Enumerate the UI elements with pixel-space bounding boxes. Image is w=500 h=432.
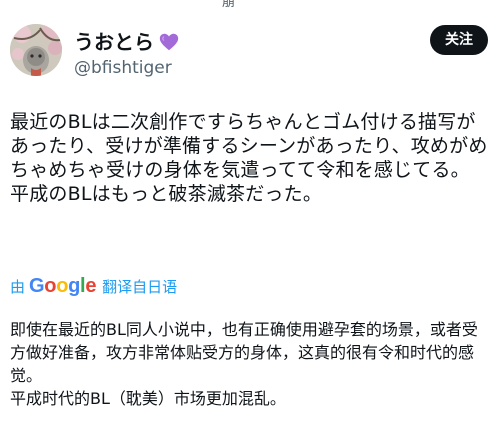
google-letter-g: G — [29, 274, 45, 297]
author-names: うおとら @bfishtiger — [74, 30, 180, 80]
google-letter-e: e — [85, 274, 97, 297]
follow-button[interactable]: 关注 — [430, 25, 488, 55]
cropped-top-text: 崩 — [222, 0, 236, 10]
tweet-header: うおとら @bfishtiger 关注 — [10, 24, 488, 80]
translated-from-japanese-link[interactable]: 翻译自日语 — [102, 276, 177, 297]
tweet-page: 崩 うおとら @bfishtiger 关注 最近のBLは二次創作ですらちゃんとゴ… — [0, 0, 500, 432]
display-name[interactable]: うおとら — [74, 30, 154, 54]
purple-heart-icon — [158, 31, 180, 53]
google-letter-o2: o — [56, 274, 69, 297]
translation-text: 即使在最近的BL同人小说中，也有正确使用避孕套的场景，或者受方做好准备，攻方非常… — [10, 320, 478, 408]
author-handle[interactable]: @bfishtiger — [74, 56, 180, 80]
translation-attribution: 由 Google 翻译自日语 — [10, 274, 177, 298]
google-logo: Google — [29, 275, 96, 298]
avatar-image — [10, 24, 62, 76]
display-name-row: うおとら — [74, 30, 180, 54]
tweet-text: 最近のBLは二次創作ですらちゃんとゴム付ける描写があったり、受けが準備するシーン… — [10, 111, 488, 205]
google-letter-g2: g — [68, 274, 81, 297]
google-letter-o1: o — [44, 274, 57, 297]
translated-by-label: 由 — [10, 277, 26, 296]
avatar[interactable] — [10, 24, 62, 76]
